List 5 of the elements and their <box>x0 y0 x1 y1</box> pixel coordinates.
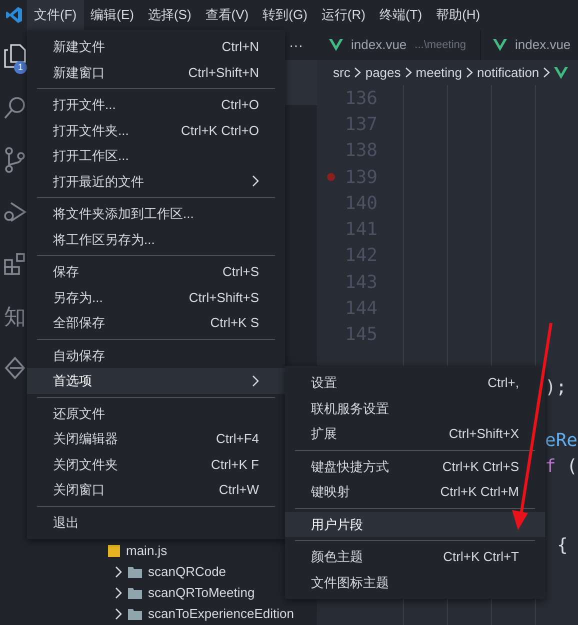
code-text: ); <box>545 376 567 400</box>
code-text: f ( <box>545 454 578 479</box>
code-text: eRe <box>545 428 578 452</box>
code-text: { <box>557 534 568 558</box>
notification-badge: 1 <box>14 61 27 74</box>
